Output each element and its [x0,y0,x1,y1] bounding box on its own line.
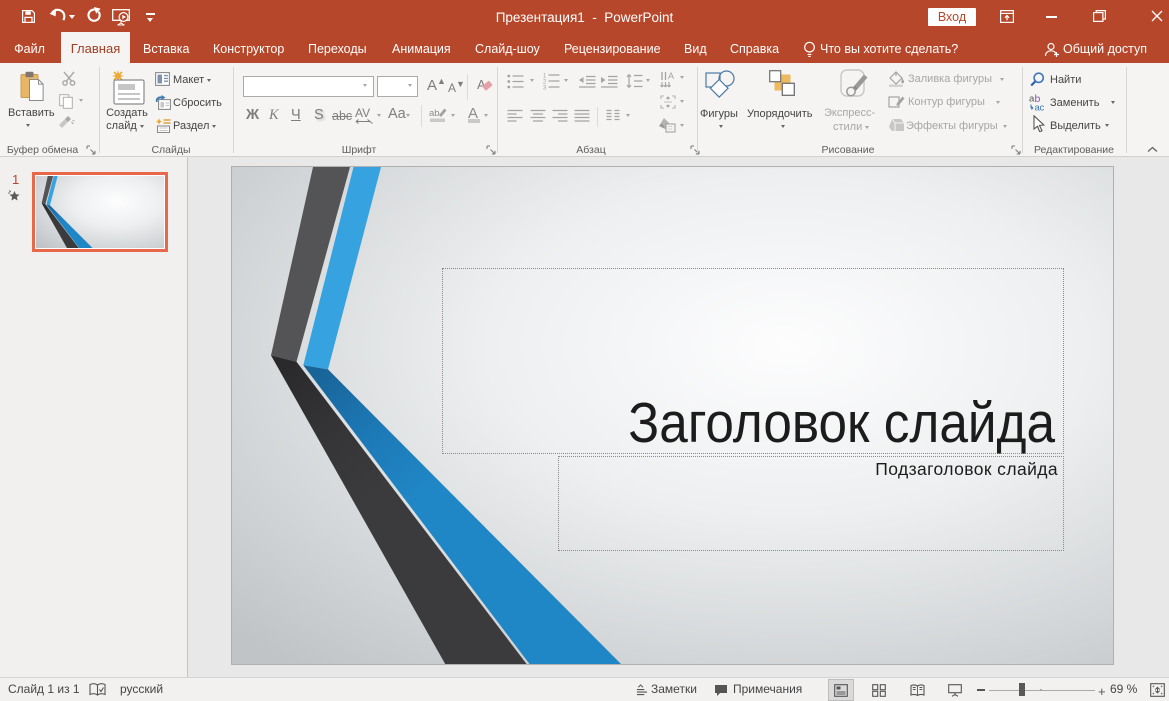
svg-text:ab: ab [429,108,440,119]
svg-text:c: c [1040,103,1045,112]
svg-text:AV: AV [355,107,370,120]
svg-text:А: А [668,71,674,81]
svg-text:3: 3 [543,86,547,91]
